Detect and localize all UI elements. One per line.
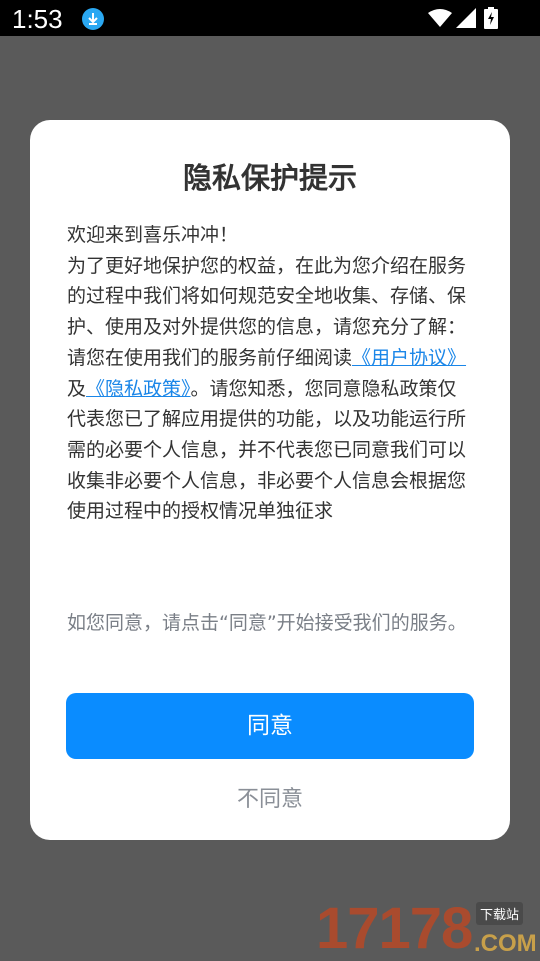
dialog-body: 欢迎来到喜乐冲冲！ 为了更好地保护您的权益，在此为您介绍在服务的过程中我们将如何… <box>67 220 473 527</box>
battery-charging-icon <box>484 7 498 29</box>
privacy-policy-link[interactable]: 《隐私政策》 <box>86 378 191 400</box>
and-text: 及 <box>67 377 87 400</box>
privacy-dialog: 隐私保护提示 欢迎来到喜乐冲冲！ 为了更好地保护您的权益，在此为您介绍在服务的过… <box>30 120 510 840</box>
status-time: 1:53 <box>12 4 63 34</box>
agree-button[interactable]: 同意 <box>66 693 474 759</box>
read-prefix-text: 请您在使用我们的服务前仔细阅读 <box>67 346 353 369</box>
dialog-title: 隐私保护提示 <box>182 161 357 195</box>
status-bar: 1:53 <box>0 0 540 36</box>
wifi-icon <box>428 9 452 27</box>
user-agreement-link[interactable]: 《用户协议》 <box>352 347 466 369</box>
signal-icon <box>456 8 476 28</box>
intro-text: 为了更好地保护您的权益，在此为您介绍在服务的过程中我们将如何规范安全地收集、存储… <box>67 254 467 339</box>
watermark-suffix: .COM <box>474 930 537 957</box>
download-icon <box>82 8 104 30</box>
watermark-logo: 17178 下载站 .COM <box>316 898 540 960</box>
disagree-button[interactable]: 不同意 <box>66 780 474 820</box>
consent-note: 如您同意，请点击“同意”开始接受我们的服务。 <box>67 612 467 634</box>
greeting-text: 欢迎来到喜乐冲冲！ <box>67 224 239 246</box>
policy-paragraph: 请您在使用我们的服务前仔细阅读《用户协议》及《隐私政策》。请您知悉，您同意隐私政… <box>67 343 473 527</box>
watermark-badge: 下载站 <box>476 902 524 925</box>
watermark-digits: 17178 <box>316 896 473 961</box>
